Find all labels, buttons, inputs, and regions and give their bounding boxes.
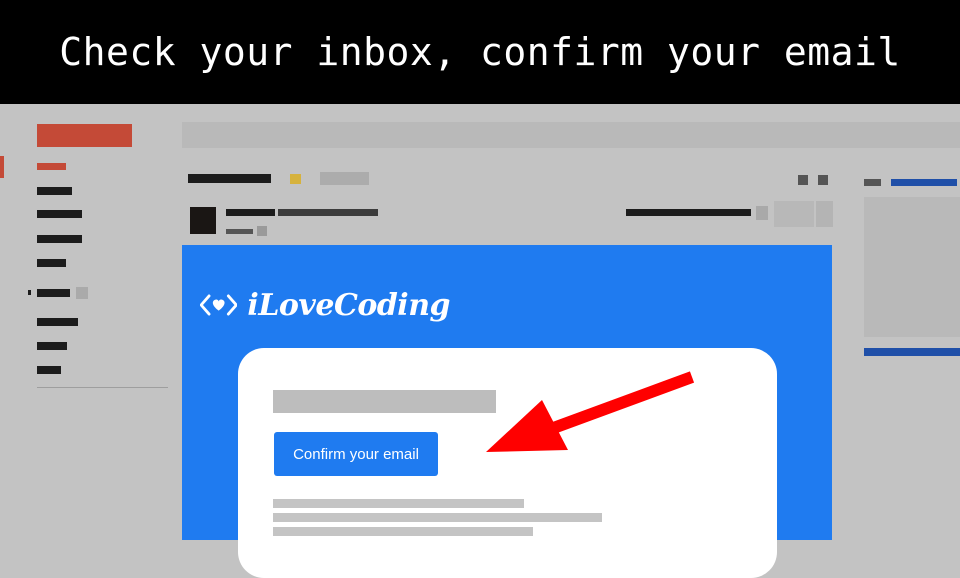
sidebar-item[interactable] — [37, 235, 82, 243]
sidebar-item[interactable] — [37, 342, 67, 350]
reply-button[interactable] — [774, 201, 814, 227]
attachment-icon[interactable] — [756, 206, 768, 220]
mail-search-bar[interactable] — [182, 122, 960, 148]
recipient-line — [226, 229, 253, 234]
avatar — [190, 207, 216, 234]
sidebar-item[interactable] — [37, 366, 61, 374]
side-panel-content — [864, 197, 960, 337]
sidebar-divider — [37, 387, 168, 388]
sidebar-item[interactable] — [37, 187, 72, 195]
red-arrow-annotation — [486, 371, 695, 452]
message-date — [626, 209, 751, 216]
details-dropdown-icon[interactable] — [257, 226, 267, 236]
sidebar-count-badge — [76, 287, 88, 299]
print-icon[interactable] — [798, 175, 808, 185]
inbox-label-chip[interactable] — [320, 172, 369, 185]
mail-sidebar — [0, 104, 175, 540]
more-actions-button[interactable] — [816, 201, 833, 227]
sidebar-item[interactable] — [37, 289, 70, 297]
open-in-new-window-icon[interactable] — [818, 175, 828, 185]
confirm-email-button[interactable]: Confirm your email — [274, 432, 438, 476]
sidebar-item[interactable] — [37, 259, 66, 267]
side-panel-tab-active[interactable] — [891, 179, 957, 186]
code-brackets-heart-icon — [200, 294, 238, 316]
email-text-line — [273, 527, 533, 536]
brand-logo[interactable]: iLoveCoding — [200, 283, 450, 327]
email-heading — [273, 390, 496, 413]
email-text-line — [273, 513, 602, 522]
message-subject — [188, 174, 271, 183]
email-text-line — [273, 499, 524, 508]
brand-name: iLoveCoding — [247, 287, 450, 323]
active-folder-indicator — [0, 156, 4, 178]
side-panel-divider — [864, 348, 960, 356]
sender-name — [226, 209, 275, 216]
caption-text: Check your inbox, confirm your email — [59, 30, 901, 74]
caption-banner: Check your inbox, confirm your email — [0, 0, 960, 104]
confirm-email-button-label: Confirm your email — [293, 445, 419, 463]
sidebar-item[interactable] — [37, 318, 78, 326]
side-panel-label — [864, 179, 881, 186]
sender-email — [278, 209, 378, 216]
side-panel — [864, 170, 960, 370]
important-marker-icon[interactable] — [290, 174, 301, 184]
sidebar-item-inbox[interactable] — [37, 163, 66, 170]
expand-icon[interactable] — [28, 290, 31, 295]
sidebar-item[interactable] — [37, 210, 82, 218]
compose-button[interactable] — [37, 124, 132, 147]
